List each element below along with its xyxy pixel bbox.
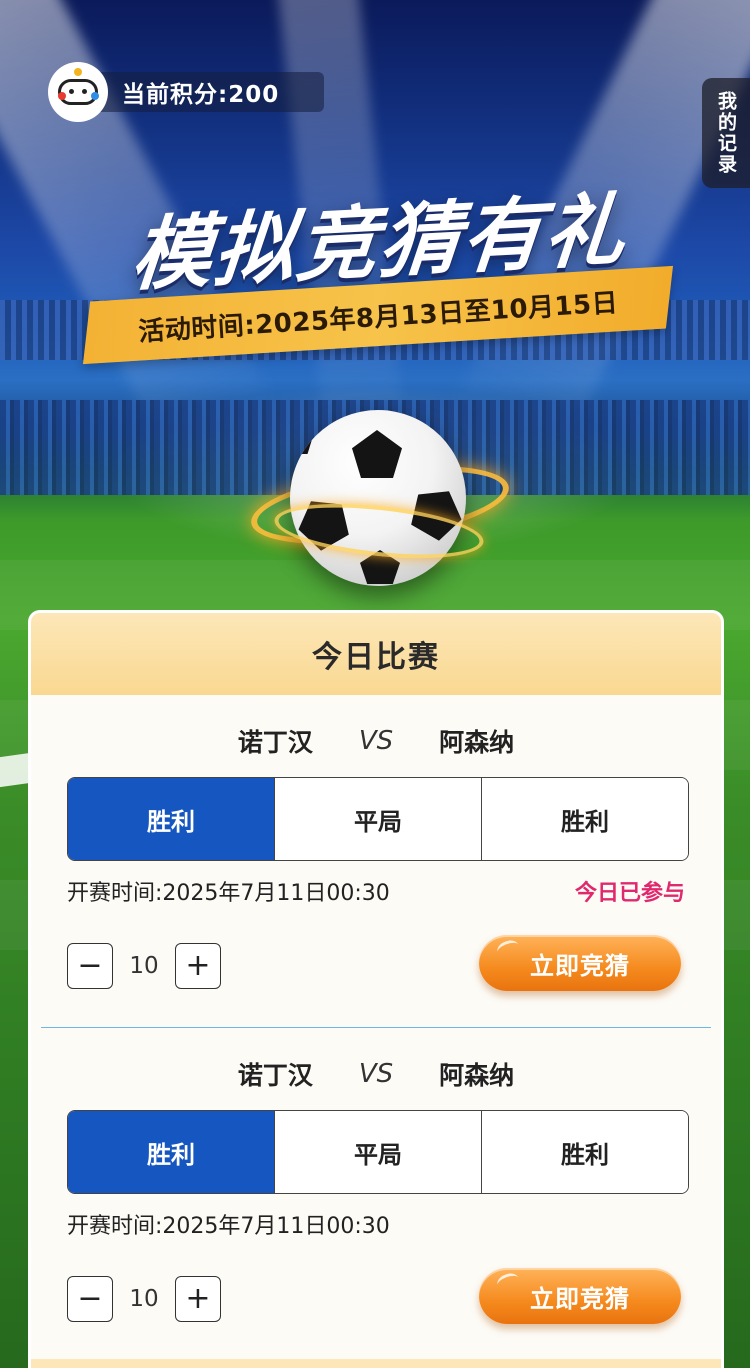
- minus-icon[interactable]: −: [67, 943, 113, 989]
- bet-amount-stepper: − 10 +: [67, 1276, 221, 1322]
- option-away-win[interactable]: 胜利: [481, 1111, 688, 1193]
- match-item: 诺丁汉 VS 阿森纳 胜利 平局 胜利 开赛时间:2025年7月11日00:30…: [31, 695, 721, 1027]
- match-item: 诺丁汉 VS 阿森纳 胜利 平局 胜利 开赛时间:2025年7月11日00:30…: [31, 1028, 721, 1360]
- points-display: 当前积分:200: [48, 62, 324, 122]
- bet-amount-stepper: − 10 +: [67, 943, 221, 989]
- match-start-time: 开赛时间:2025年7月11日00:30: [67, 1214, 390, 1239]
- plus-icon[interactable]: +: [175, 1276, 221, 1322]
- next-section-header: [31, 1359, 721, 1368]
- minus-icon[interactable]: −: [67, 1276, 113, 1322]
- today-matches-card: 今日比赛 诺丁汉 VS 阿森纳 胜利 平局 胜利 开赛时间:2025年7月11日…: [28, 610, 724, 1368]
- bet-options: 胜利 平局 胜利: [67, 777, 689, 861]
- option-draw[interactable]: 平局: [274, 778, 481, 860]
- current-points-label: 当前积分:200: [122, 82, 280, 108]
- participation-status: 今日已参与: [574, 881, 685, 906]
- avatar-logo-icon: [48, 62, 108, 122]
- guess-now-button[interactable]: 立即竞猜: [479, 1268, 681, 1324]
- away-team: 阿森纳: [439, 1061, 515, 1090]
- vs-label: VS: [358, 726, 394, 756]
- vs-label: VS: [358, 1059, 394, 1089]
- home-team: 诺丁汉: [237, 728, 313, 757]
- match-start-time: 开赛时间:2025年7月11日00:30: [67, 881, 390, 906]
- card-title: 今日比赛: [31, 613, 721, 695]
- my-records-button[interactable]: 我的记录: [702, 78, 750, 188]
- football-icon: [246, 410, 514, 600]
- bet-amount-value: 10: [129, 953, 159, 979]
- away-team: 阿森纳: [439, 728, 515, 757]
- option-home-win[interactable]: 胜利: [68, 1111, 274, 1193]
- option-away-win[interactable]: 胜利: [481, 778, 688, 860]
- plus-icon[interactable]: +: [175, 943, 221, 989]
- match-teams: 诺丁汉 VS 阿森纳: [31, 1054, 721, 1094]
- option-home-win[interactable]: 胜利: [68, 778, 274, 860]
- bet-options: 胜利 平局 胜利: [67, 1110, 689, 1194]
- match-teams: 诺丁汉 VS 阿森纳: [31, 721, 721, 761]
- guess-now-button[interactable]: 立即竞猜: [479, 935, 681, 991]
- home-team: 诺丁汉: [237, 1061, 313, 1090]
- option-draw[interactable]: 平局: [274, 1111, 481, 1193]
- bet-amount-value: 10: [129, 1286, 159, 1312]
